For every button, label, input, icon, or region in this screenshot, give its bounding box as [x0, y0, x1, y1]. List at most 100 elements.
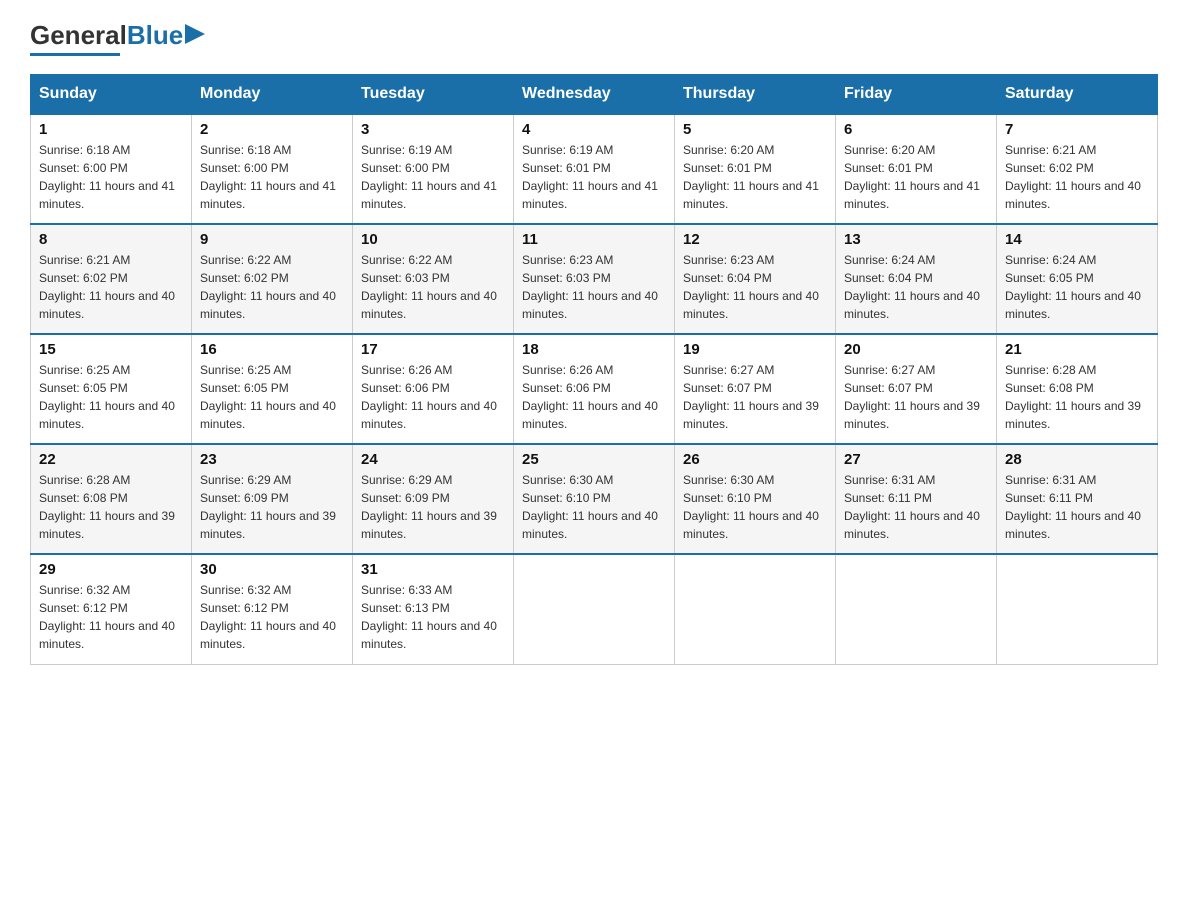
day-number: 21: [1005, 341, 1149, 358]
calendar-cell: 24 Sunrise: 6:29 AM Sunset: 6:09 PM Dayl…: [353, 444, 514, 554]
calendar-cell: [675, 554, 836, 664]
day-number: 22: [39, 451, 183, 468]
calendar-cell: 17 Sunrise: 6:26 AM Sunset: 6:06 PM Dayl…: [353, 334, 514, 444]
logo-blue-text: Blue: [127, 20, 183, 51]
day-info: Sunrise: 6:18 AM Sunset: 6:00 PM Dayligh…: [39, 141, 183, 213]
calendar-cell: 25 Sunrise: 6:30 AM Sunset: 6:10 PM Dayl…: [514, 444, 675, 554]
day-number: 31: [361, 561, 505, 578]
day-info: Sunrise: 6:24 AM Sunset: 6:04 PM Dayligh…: [844, 251, 988, 323]
calendar-cell: 15 Sunrise: 6:25 AM Sunset: 6:05 PM Dayl…: [31, 334, 192, 444]
day-number: 8: [39, 231, 183, 248]
day-number: 7: [1005, 121, 1149, 138]
day-number: 2: [200, 121, 344, 138]
logo-underline: [30, 53, 120, 56]
calendar-cell: 30 Sunrise: 6:32 AM Sunset: 6:12 PM Dayl…: [192, 554, 353, 664]
day-number: 23: [200, 451, 344, 468]
day-number: 10: [361, 231, 505, 248]
calendar-cell: 7 Sunrise: 6:21 AM Sunset: 6:02 PM Dayli…: [997, 114, 1158, 224]
day-info: Sunrise: 6:22 AM Sunset: 6:03 PM Dayligh…: [361, 251, 505, 323]
day-info: Sunrise: 6:28 AM Sunset: 6:08 PM Dayligh…: [1005, 361, 1149, 433]
calendar-cell: 21 Sunrise: 6:28 AM Sunset: 6:08 PM Dayl…: [997, 334, 1158, 444]
day-info: Sunrise: 6:20 AM Sunset: 6:01 PM Dayligh…: [844, 141, 988, 213]
calendar-cell: 18 Sunrise: 6:26 AM Sunset: 6:06 PM Dayl…: [514, 334, 675, 444]
calendar-cell: 29 Sunrise: 6:32 AM Sunset: 6:12 PM Dayl…: [31, 554, 192, 664]
calendar-cell: 9 Sunrise: 6:22 AM Sunset: 6:02 PM Dayli…: [192, 224, 353, 334]
logo: General Blue: [30, 20, 205, 56]
day-number: 19: [683, 341, 827, 358]
calendar-cell: 13 Sunrise: 6:24 AM Sunset: 6:04 PM Dayl…: [836, 224, 997, 334]
calendar-cell: [836, 554, 997, 664]
day-info: Sunrise: 6:28 AM Sunset: 6:08 PM Dayligh…: [39, 471, 183, 543]
day-number: 6: [844, 121, 988, 138]
day-info: Sunrise: 6:30 AM Sunset: 6:10 PM Dayligh…: [522, 471, 666, 543]
calendar-cell: [514, 554, 675, 664]
calendar-cell: [997, 554, 1158, 664]
week-row-1: 1 Sunrise: 6:18 AM Sunset: 6:00 PM Dayli…: [31, 114, 1158, 224]
page-header: General Blue: [30, 20, 1158, 56]
day-number: 11: [522, 231, 666, 248]
day-number: 25: [522, 451, 666, 468]
calendar-cell: 10 Sunrise: 6:22 AM Sunset: 6:03 PM Dayl…: [353, 224, 514, 334]
col-header-sunday: Sunday: [31, 75, 192, 115]
week-row-3: 15 Sunrise: 6:25 AM Sunset: 6:05 PM Dayl…: [31, 334, 1158, 444]
col-header-tuesday: Tuesday: [353, 75, 514, 115]
day-number: 28: [1005, 451, 1149, 468]
day-info: Sunrise: 6:26 AM Sunset: 6:06 PM Dayligh…: [522, 361, 666, 433]
day-info: Sunrise: 6:19 AM Sunset: 6:00 PM Dayligh…: [361, 141, 505, 213]
calendar-cell: 19 Sunrise: 6:27 AM Sunset: 6:07 PM Dayl…: [675, 334, 836, 444]
col-header-friday: Friday: [836, 75, 997, 115]
day-number: 24: [361, 451, 505, 468]
calendar-cell: 23 Sunrise: 6:29 AM Sunset: 6:09 PM Dayl…: [192, 444, 353, 554]
week-row-5: 29 Sunrise: 6:32 AM Sunset: 6:12 PM Dayl…: [31, 554, 1158, 664]
day-number: 20: [844, 341, 988, 358]
day-info: Sunrise: 6:27 AM Sunset: 6:07 PM Dayligh…: [844, 361, 988, 433]
calendar-cell: 1 Sunrise: 6:18 AM Sunset: 6:00 PM Dayli…: [31, 114, 192, 224]
day-number: 13: [844, 231, 988, 248]
week-row-4: 22 Sunrise: 6:28 AM Sunset: 6:08 PM Dayl…: [31, 444, 1158, 554]
day-info: Sunrise: 6:23 AM Sunset: 6:03 PM Dayligh…: [522, 251, 666, 323]
day-number: 18: [522, 341, 666, 358]
calendar-cell: 12 Sunrise: 6:23 AM Sunset: 6:04 PM Dayl…: [675, 224, 836, 334]
calendar-cell: 27 Sunrise: 6:31 AM Sunset: 6:11 PM Dayl…: [836, 444, 997, 554]
day-number: 1: [39, 121, 183, 138]
day-info: Sunrise: 6:25 AM Sunset: 6:05 PM Dayligh…: [39, 361, 183, 433]
day-number: 27: [844, 451, 988, 468]
day-info: Sunrise: 6:19 AM Sunset: 6:01 PM Dayligh…: [522, 141, 666, 213]
day-number: 16: [200, 341, 344, 358]
day-number: 4: [522, 121, 666, 138]
day-info: Sunrise: 6:21 AM Sunset: 6:02 PM Dayligh…: [1005, 141, 1149, 213]
day-info: Sunrise: 6:23 AM Sunset: 6:04 PM Dayligh…: [683, 251, 827, 323]
calendar-cell: 11 Sunrise: 6:23 AM Sunset: 6:03 PM Dayl…: [514, 224, 675, 334]
day-info: Sunrise: 6:30 AM Sunset: 6:10 PM Dayligh…: [683, 471, 827, 543]
day-info: Sunrise: 6:24 AM Sunset: 6:05 PM Dayligh…: [1005, 251, 1149, 323]
calendar-cell: 22 Sunrise: 6:28 AM Sunset: 6:08 PM Dayl…: [31, 444, 192, 554]
week-row-2: 8 Sunrise: 6:21 AM Sunset: 6:02 PM Dayli…: [31, 224, 1158, 334]
day-info: Sunrise: 6:29 AM Sunset: 6:09 PM Dayligh…: [361, 471, 505, 543]
day-info: Sunrise: 6:20 AM Sunset: 6:01 PM Dayligh…: [683, 141, 827, 213]
logo-blue-part: Blue: [127, 20, 205, 51]
calendar-cell: 6 Sunrise: 6:20 AM Sunset: 6:01 PM Dayli…: [836, 114, 997, 224]
calendar-cell: 8 Sunrise: 6:21 AM Sunset: 6:02 PM Dayli…: [31, 224, 192, 334]
day-number: 15: [39, 341, 183, 358]
day-number: 29: [39, 561, 183, 578]
day-number: 5: [683, 121, 827, 138]
logo-general-text: General: [30, 20, 127, 51]
calendar-cell: 26 Sunrise: 6:30 AM Sunset: 6:10 PM Dayl…: [675, 444, 836, 554]
calendar-table: SundayMondayTuesdayWednesdayThursdayFrid…: [30, 74, 1158, 665]
calendar-cell: 14 Sunrise: 6:24 AM Sunset: 6:05 PM Dayl…: [997, 224, 1158, 334]
day-info: Sunrise: 6:26 AM Sunset: 6:06 PM Dayligh…: [361, 361, 505, 433]
day-info: Sunrise: 6:31 AM Sunset: 6:11 PM Dayligh…: [1005, 471, 1149, 543]
col-header-wednesday: Wednesday: [514, 75, 675, 115]
day-number: 12: [683, 231, 827, 248]
calendar-cell: 20 Sunrise: 6:27 AM Sunset: 6:07 PM Dayl…: [836, 334, 997, 444]
calendar-cell: 31 Sunrise: 6:33 AM Sunset: 6:13 PM Dayl…: [353, 554, 514, 664]
day-info: Sunrise: 6:21 AM Sunset: 6:02 PM Dayligh…: [39, 251, 183, 323]
day-info: Sunrise: 6:33 AM Sunset: 6:13 PM Dayligh…: [361, 581, 505, 653]
calendar-header-row: SundayMondayTuesdayWednesdayThursdayFrid…: [31, 75, 1158, 115]
calendar-cell: 3 Sunrise: 6:19 AM Sunset: 6:00 PM Dayli…: [353, 114, 514, 224]
day-number: 26: [683, 451, 827, 468]
col-header-saturday: Saturday: [997, 75, 1158, 115]
col-header-thursday: Thursday: [675, 75, 836, 115]
col-header-monday: Monday: [192, 75, 353, 115]
day-number: 14: [1005, 231, 1149, 248]
